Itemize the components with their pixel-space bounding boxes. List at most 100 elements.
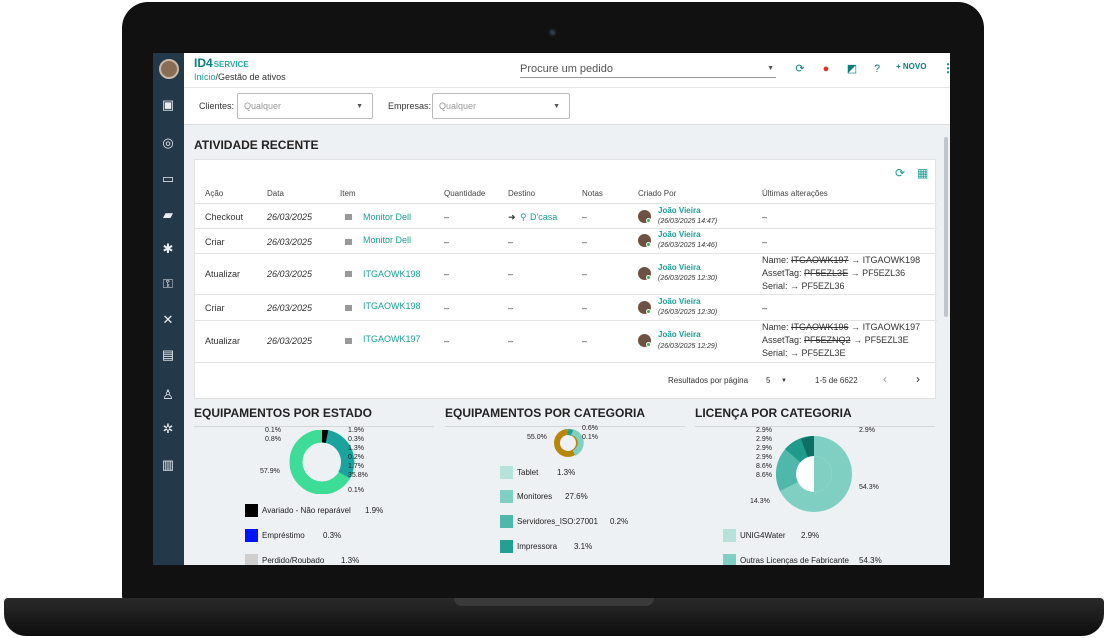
legend-swatch[interactable] <box>245 554 258 565</box>
divider <box>194 426 434 427</box>
tools-icon[interactable]: ✕ <box>160 312 176 328</box>
table-row[interactable]: Atualizar 26/03/2025 ITGAOWK198 – – – Jo… <box>195 253 937 294</box>
sync-icon[interactable]: ⟳ <box>793 62 807 76</box>
slice-label: 0.6% <box>582 425 598 432</box>
legend-swatch[interactable] <box>245 529 258 542</box>
col-criado-por[interactable]: Criado Por <box>638 189 676 198</box>
clients-label: Clientes: <box>199 101 235 111</box>
destination-link[interactable]: D'casa <box>530 212 557 222</box>
online-status-icon <box>646 218 651 223</box>
avatar[interactable] <box>159 59 179 79</box>
activity-card: ⟳ ▦ Ação Data Item Quantidade Destino No… <box>194 159 937 399</box>
row-notes: – <box>582 237 588 247</box>
dashboard-icon[interactable]: ▣ <box>160 97 176 113</box>
slice-label: 1.7% <box>348 463 364 470</box>
col-quantidade[interactable]: Quantidade <box>444 189 485 198</box>
col-notas[interactable]: Notas <box>582 189 603 198</box>
user-link[interactable]: João Vieira <box>658 297 701 306</box>
slice-label: 1.9% <box>348 427 364 434</box>
folder-settings-icon[interactable]: ▰ <box>160 207 176 223</box>
pie-slice <box>321 430 329 443</box>
chart-title-categoria: EQUIPAMENTOS POR CATEGORIA <box>445 406 646 420</box>
slice-label: 57.9% <box>260 468 280 475</box>
item-link[interactable]: Monitor Dell <box>363 235 411 245</box>
user-settings-icon[interactable]: ♙ <box>160 387 176 403</box>
refresh-icon[interactable]: ⟳ <box>895 166 905 180</box>
slice-label: 0.1% <box>582 434 598 441</box>
clipboard-icon[interactable]: ▤ <box>160 347 176 363</box>
table-row[interactable]: Criar 26/03/2025 ITGAOWK198 – – – João V… <box>195 294 937 320</box>
user-link[interactable]: João Vieira <box>658 206 701 215</box>
table-row[interactable]: Checkout 26/03/2025 Monitor Dell – ➜ ⚲ D… <box>195 203 937 228</box>
laptop-icon[interactable]: ▭ <box>160 171 176 187</box>
col-acao[interactable]: Ação <box>205 189 223 198</box>
legend-swatch[interactable] <box>500 490 513 503</box>
col-data[interactable]: Data <box>267 189 284 198</box>
change-line: Serial: → PF5EZL3E <box>762 348 846 358</box>
col-item[interactable]: Item <box>340 189 356 198</box>
prev-page-icon[interactable]: ‹ <box>883 372 887 386</box>
scrollbar[interactable] <box>944 137 948 317</box>
new-button[interactable]: + NOVO <box>896 62 926 71</box>
slice-label: 35.8% <box>348 472 368 479</box>
slice-label: 0.8% <box>265 436 281 443</box>
user-date: (26/03/2025 14:46) <box>658 242 718 249</box>
row-date: 26/03/2025 <box>267 303 313 313</box>
help-icon[interactable]: ? <box>870 62 884 76</box>
legend-swatch[interactable] <box>500 466 513 479</box>
bug-icon[interactable]: ✱ <box>160 241 176 257</box>
user-link[interactable]: João Vieira <box>658 330 701 339</box>
header: ID4SERVICE Início/Gestão de ativos Procu… <box>184 53 950 87</box>
table-row[interactable]: Criar 26/03/2025 Monitor Dell – – – João… <box>195 228 937 253</box>
user-link[interactable]: João Vieira <box>658 263 701 272</box>
clients-select[interactable]: Qualquer ▼ <box>237 93 373 119</box>
chevron-down-icon: ▼ <box>356 103 363 110</box>
per-page-select[interactable]: 5 <box>766 376 770 385</box>
bar-chart-icon[interactable]: ▥ <box>160 457 176 473</box>
item-link[interactable]: Monitor Dell <box>363 212 411 222</box>
legend-swatch[interactable] <box>723 529 736 542</box>
table-row[interactable]: Atualizar 26/03/2025 ITGAOWK197 – – – Jo… <box>195 320 937 362</box>
breadcrumb-home[interactable]: Início <box>194 72 216 82</box>
change-line: AssetTag: PF5EZNQ2 → PF5EZL3E <box>762 335 909 345</box>
user-link[interactable]: João Vieira <box>658 230 701 239</box>
camera-icon <box>548 28 557 37</box>
key-icon[interactable]: ⚿ <box>160 276 176 292</box>
alert-icon[interactable]: ● <box>819 62 833 76</box>
slice-label: 0.1% <box>265 427 281 434</box>
lifebuoy-icon[interactable]: ◎ <box>160 135 176 151</box>
chevron-down-icon[interactable]: ▼ <box>781 378 787 384</box>
slice-label: 0.2% <box>348 454 364 461</box>
search-input[interactable]: Procure um pedido ▼ <box>520 60 776 78</box>
gear-icon[interactable]: ✲ <box>160 421 176 437</box>
change-line: Name: ITGAOWK196 → ITGAOWK197 <box>762 322 921 332</box>
slice-label: 55.0% <box>527 434 547 441</box>
legend-swatch[interactable] <box>723 554 736 565</box>
next-page-icon[interactable]: › <box>916 372 920 386</box>
legend-swatch[interactable] <box>500 515 513 528</box>
legend-value: 54.3% <box>859 556 882 565</box>
user-date: (26/03/2025 12:30) <box>658 309 718 316</box>
legend-label: Monitores <box>517 492 553 501</box>
legend-swatch[interactable] <box>245 504 258 517</box>
item-link[interactable]: ITGAOWK198 <box>363 269 421 279</box>
row-dest: – <box>508 303 514 313</box>
chart-icon[interactable]: ◩ <box>845 62 859 76</box>
brand-logo[interactable]: ID4SERVICE <box>194 56 249 70</box>
legend-label: Servidores_ISO:27001 <box>517 517 598 526</box>
legend-swatch[interactable] <box>500 540 513 553</box>
item-type-icon <box>345 305 352 311</box>
companies-select[interactable]: Qualquer ▼ <box>432 93 570 119</box>
companies-label: Empresas: <box>388 101 432 111</box>
more-menu-icon[interactable]: ⋮ <box>942 61 950 75</box>
legend-value: 0.3% <box>323 531 342 540</box>
row-action: Atualizar <box>205 269 241 279</box>
col-destino[interactable]: Destino <box>508 189 535 198</box>
columns-icon[interactable]: ▦ <box>917 166 928 180</box>
col-ultimas-alteracoes[interactable]: Últimas alterações <box>762 189 828 198</box>
chevron-down-icon[interactable]: ▼ <box>767 65 774 72</box>
legend-label: Empréstimo <box>262 531 305 540</box>
change-line: Serial: → PF5EZL36 <box>762 281 845 291</box>
item-link[interactable]: ITGAOWK197 <box>363 334 421 344</box>
item-link[interactable]: ITGAOWK198 <box>363 301 421 311</box>
